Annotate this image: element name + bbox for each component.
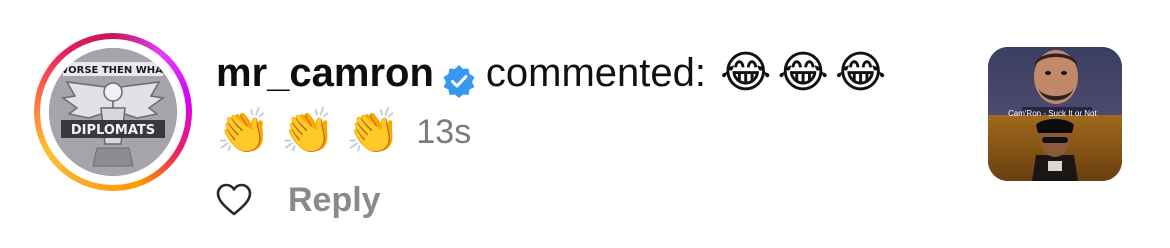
comment-actions: Reply — [216, 178, 381, 222]
avatar-gap: DIPLOMATS WORSE THEN WHAT — [40, 39, 186, 185]
clap-emoji-icon: 👏 — [216, 106, 271, 157]
post-thumbnail[interactable]: Cam'Ron - Suck It or Not — [988, 47, 1122, 181]
thumbnail-caption: Cam'Ron - Suck It or Not — [1008, 109, 1097, 118]
story-ring[interactable]: DIPLOMATS WORSE THEN WHAT — [34, 33, 192, 191]
comment-body: mr_camron commented: 😂 😂 😂 👏 👏 👏 13s — [216, 44, 956, 156]
comment-line-2: 👏 👏 👏 13s — [216, 108, 956, 156]
timestamp: 13s — [416, 113, 472, 151]
avatar-band-text: DIPLOMATS — [71, 123, 155, 138]
laughing-emoji-icon: 😂 — [834, 47, 887, 98]
thumbnail-bottom-frame — [988, 115, 1122, 181]
avatar-image: DIPLOMATS WORSE THEN WHAT — [49, 48, 177, 176]
comment-line-1: mr_camron commented: 😂 😂 😂 — [216, 44, 956, 102]
reply-button[interactable]: Reply — [288, 181, 381, 220]
laughing-emoji-row: 😂 😂 😂 — [720, 51, 886, 95]
thumbnail-top-frame — [988, 47, 1122, 117]
comment-action-text: commented: — [485, 51, 706, 95]
username[interactable]: mr_camron — [216, 44, 434, 102]
avatar-top-text: WORSE THEN WHAT — [57, 65, 169, 76]
clap-emoji-icon: 👏 — [345, 106, 401, 157]
verified-badge-icon — [442, 56, 476, 98]
laughing-emoji-icon: 😂 — [777, 47, 829, 98]
laughing-emoji-icon: 😂 — [719, 47, 772, 98]
clap-emoji-row: 👏 👏 👏 — [216, 110, 400, 154]
heart-icon[interactable] — [216, 183, 252, 217]
avatar[interactable]: DIPLOMATS WORSE THEN WHAT — [49, 48, 177, 176]
clap-emoji-icon: 👏 — [280, 106, 336, 157]
